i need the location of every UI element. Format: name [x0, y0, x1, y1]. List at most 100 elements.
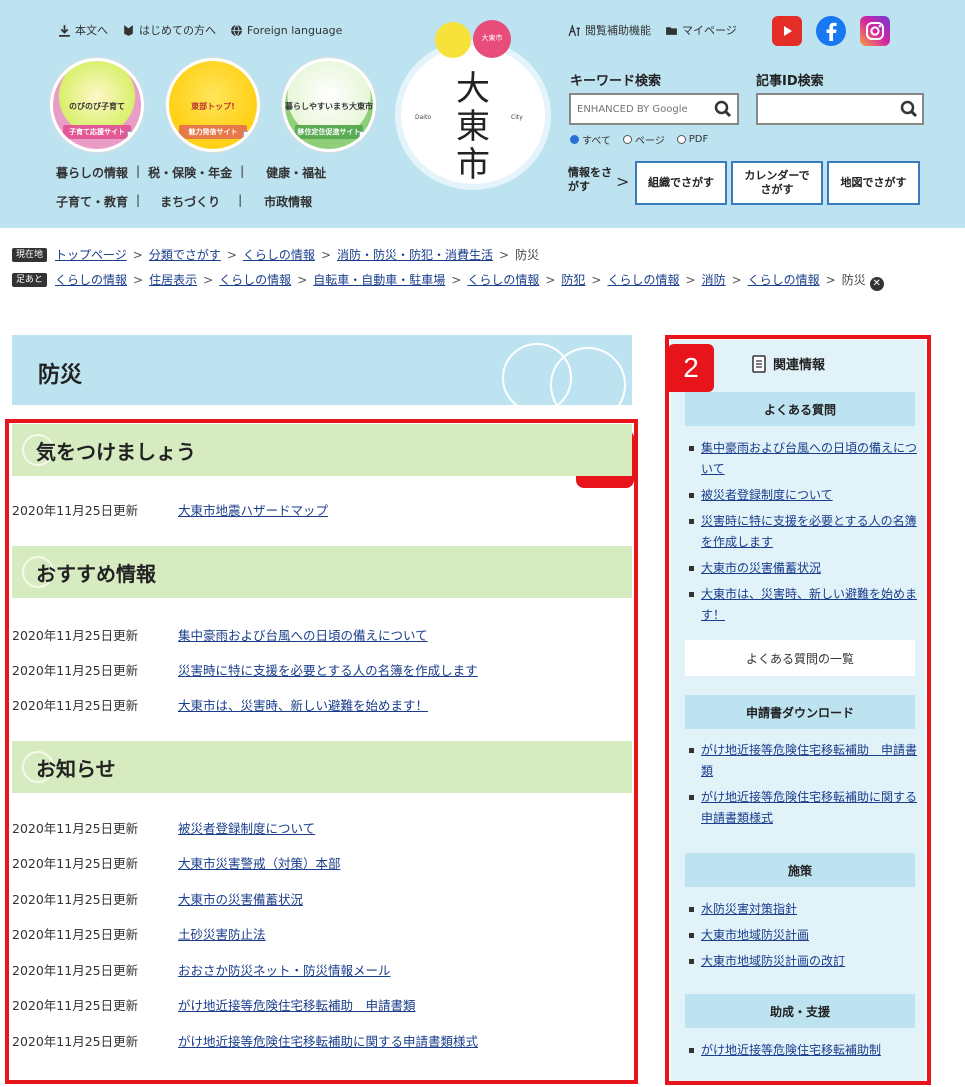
- breadcrumb-link[interactable]: くらしの情報: [748, 273, 820, 287]
- nav-tax-insurance[interactable]: 税・保険・年金: [140, 164, 240, 181]
- news-item: 2020年11月25日更新 がけ地近接等危険住宅移転補助に関する申請書類様式: [12, 1031, 632, 1050]
- radio-page-label: ページ: [634, 136, 665, 147]
- news-date: 2020年11月25日更新: [12, 663, 139, 678]
- radio-page[interactable]: ページ: [622, 132, 665, 147]
- news-item: 2020年11月25日更新 大東市地震ハザードマップ: [12, 500, 632, 519]
- search-icon: [900, 100, 917, 118]
- nav-town-planning[interactable]: まちづくり: [140, 193, 238, 210]
- breadcrumb-link[interactable]: 消防・防災・防犯・消費生活: [337, 248, 493, 262]
- page-title: 防災: [38, 363, 83, 388]
- news-item: 2020年11月25日更新 おおさか防災ネット・防災情報メール: [12, 960, 632, 979]
- find-by-org-button[interactable]: 組織でさがす: [635, 161, 727, 205]
- radio-all-label: すべて: [582, 136, 611, 147]
- find-by-calendar-button[interactable]: カレンダーでさがす: [731, 161, 823, 205]
- breadcrumb-separator: >: [132, 248, 143, 262]
- radio-all[interactable]: すべて: [570, 132, 611, 147]
- nav-living-info[interactable]: 暮らしの情報: [48, 164, 136, 181]
- news-item: 2020年11月25日更新 大東市は、災害時、新しい避難を始めます！: [12, 695, 632, 714]
- news-link[interactable]: 被災者登録制度について: [178, 818, 315, 837]
- breadcrumb-separator: >: [297, 273, 308, 287]
- banner-subtitle: 子育て応援サイト: [63, 125, 131, 139]
- news-link[interactable]: がけ地近接等危険住宅移転補助 申請書類: [178, 995, 416, 1014]
- banner-title: のびのび子育て: [69, 101, 125, 111]
- instagram-icon[interactable]: [860, 16, 890, 46]
- news-link[interactable]: 大東市の災害備蓄状況: [178, 889, 303, 908]
- radio-dot: [622, 135, 632, 144]
- first-time-link[interactable]: はじめての方へ: [122, 22, 216, 38]
- breadcrumb-link[interactable]: 防犯: [561, 273, 585, 287]
- breadcrumb-link[interactable]: トップページ: [55, 248, 127, 262]
- page-title-banner: 防災: [12, 335, 632, 405]
- breadcrumb-link[interactable]: 自転車・自動車・駐車場: [313, 273, 445, 287]
- news-date: 2020年11月25日更新: [12, 963, 139, 978]
- site-header: 本文へ はじめての方へ Foreign language のびのび子育て 子育て…: [0, 0, 965, 228]
- news-item: 2020年11月25日更新 災害時に特に支援を必要とする人の名簿を作成します: [12, 660, 632, 679]
- news-date: 2020年11月25日更新: [12, 821, 139, 836]
- news-link[interactable]: 災害時に特に支援を必要とする人の名簿を作成します: [178, 660, 478, 679]
- nav-city-admin[interactable]: 市政情報: [242, 193, 320, 210]
- breadcrumb-link[interactable]: くらしの情報: [467, 273, 539, 287]
- news-item: 2020年11月25日更新 がけ地近接等危険住宅移転補助 申請書類: [12, 995, 632, 1014]
- header-category-nav: 暮らしの情報 | 税・保険・年金 | 健康・福祉 子育て・教育 | まちづくり …: [48, 164, 378, 222]
- news-date: 2020年11月25日更新: [12, 1034, 139, 1049]
- news-date: 2020年11月25日更新: [12, 856, 139, 871]
- relocation-banner[interactable]: 暮らしやすいまち大東市 移住定住促進サイト: [282, 58, 376, 152]
- section-title: おすすめ情報: [36, 562, 156, 586]
- keyword-search-input[interactable]: [571, 95, 708, 123]
- annotation-badge-2: 2: [668, 344, 714, 392]
- foreign-language-label: Foreign language: [247, 23, 343, 37]
- radio-pdf[interactable]: PDF: [676, 132, 708, 147]
- article-id-search-button[interactable]: [895, 95, 922, 123]
- radio-dot: [676, 135, 686, 144]
- news-date: 2020年11月25日更新: [12, 892, 139, 907]
- article-id-input[interactable]: [758, 95, 895, 123]
- breadcrumb-separator: >: [226, 248, 237, 262]
- skip-to-content-link[interactable]: 本文へ: [58, 22, 108, 38]
- news-link[interactable]: 大東市災害警戒（対策）本部: [178, 853, 341, 872]
- find-by-map-button[interactable]: 地図でさがす: [827, 161, 920, 205]
- breadcrumb-link[interactable]: 分類でさがす: [149, 248, 221, 262]
- social-links: [772, 16, 890, 46]
- section-heading-caution: 気をつけましょう: [12, 424, 632, 476]
- keyword-search-button[interactable]: [708, 95, 737, 123]
- keyword-search-box: [569, 93, 739, 125]
- section-heading-recommended: おすすめ情報: [12, 546, 632, 598]
- section-title: お知らせ: [36, 757, 116, 781]
- logo-romaji-right: City: [511, 114, 523, 121]
- mascot-badge: 大東市: [473, 20, 511, 58]
- breadcrumb-separator: >: [133, 273, 144, 287]
- breadcrumb-link[interactable]: くらしの情報: [219, 273, 291, 287]
- clear-history-icon[interactable]: ✕: [869, 276, 884, 291]
- news-link[interactable]: 土砂災害防止法: [178, 924, 266, 943]
- accessibility-link[interactable]: 閲覧補助機能: [568, 22, 651, 38]
- banner-title: 東部トップ!: [191, 101, 235, 111]
- news-link[interactable]: 集中豪雨および台風への日頃の備えについて: [178, 625, 428, 644]
- city-logo[interactable]: 大東市 大東市 Daito City: [395, 20, 551, 190]
- youtube-icon[interactable]: [772, 16, 802, 46]
- breadcrumb-link[interactable]: 住居表示: [149, 273, 197, 287]
- breadcrumb-link[interactable]: くらしの情報: [607, 273, 679, 287]
- news-link[interactable]: 大東市地震ハザードマップ: [178, 500, 328, 519]
- cursor-icon: [359, 131, 369, 141]
- attraction-banner[interactable]: 東部トップ! 魅力発信サイト: [166, 58, 260, 152]
- news-link[interactable]: おおさか防災ネット・防災情報メール: [178, 960, 391, 979]
- mypage-link[interactable]: マイページ: [665, 22, 737, 38]
- breadcrumb-link[interactable]: くらしの情報: [243, 248, 315, 262]
- nav-childcare-education[interactable]: 子育て・教育: [48, 193, 136, 210]
- breadcrumb-link[interactable]: 消防: [702, 273, 726, 287]
- news-link[interactable]: 大東市は、災害時、新しい避難を始めます！: [178, 695, 428, 714]
- foreign-language-link[interactable]: Foreign language: [230, 22, 342, 38]
- breadcrumb-separator: >: [731, 273, 742, 287]
- right-utility-links: 閲覧補助機能 マイページ: [568, 22, 737, 38]
- breadcrumb-current: 現在地 トップページ > 分類でさがす > くらしの情報 > 消防・防災・防犯・消費生活 > 防…: [12, 246, 942, 265]
- chevron-right-icon: >: [616, 172, 630, 191]
- news-item: 2020年11月25日更新 大東市災害警戒（対策）本部: [12, 853, 632, 872]
- facebook-icon[interactable]: [816, 16, 846, 46]
- news-item: 2020年11月25日更新 被災者登録制度について: [12, 818, 632, 837]
- news-link[interactable]: がけ地近接等危険住宅移転補助に関する申請書類様式: [178, 1031, 478, 1050]
- mascot-face-icon: [435, 22, 471, 58]
- childcare-banner[interactable]: のびのび子育て 子育て応援サイト: [50, 58, 144, 152]
- nav-health-welfare[interactable]: 健康・福祉: [244, 164, 334, 181]
- breadcrumb-link[interactable]: くらしの情報: [55, 273, 127, 287]
- accessibility-icon: [568, 23, 580, 36]
